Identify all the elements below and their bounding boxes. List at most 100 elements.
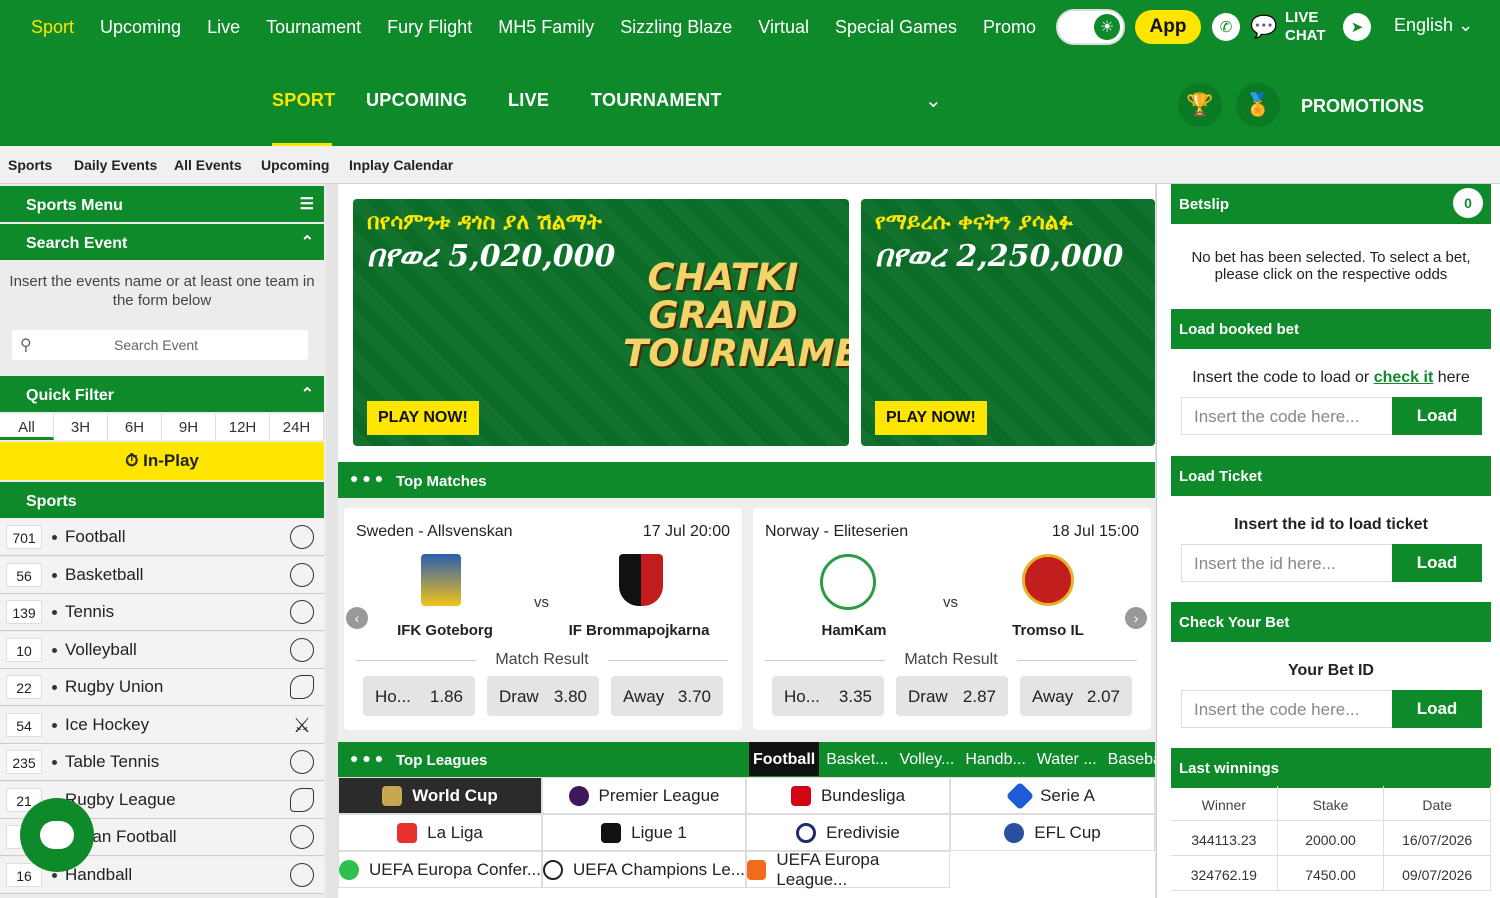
betslip-title: Betslip: [1179, 196, 1230, 213]
bullet: [52, 647, 57, 653]
league-uefa-europa-conference[interactable]: UEFA Europa Confer...: [338, 851, 542, 888]
ticket-id-input[interactable]: Insert the id here...: [1181, 544, 1393, 582]
check-it-link[interactable]: check it: [1374, 369, 1434, 386]
topnav-sport[interactable]: Sport: [31, 17, 74, 38]
carousel-prev-icon[interactable]: ‹: [346, 607, 368, 629]
tab-tournament[interactable]: TOURNAMENT: [591, 90, 722, 111]
chevron-down-icon[interactable]: ⌄: [925, 88, 942, 113]
tab-water-polo[interactable]: Water ...: [1033, 742, 1101, 776]
tromso-il-crest: [1022, 554, 1074, 606]
carousel-next-icon[interactable]: ›: [1125, 607, 1147, 629]
live-chat-link[interactable]: LIVE CHAT: [1285, 9, 1326, 45]
topnav-promo[interactable]: Promo: [983, 17, 1036, 38]
odd-button-home[interactable]: Ho... 3.35: [772, 676, 884, 716]
subnav-daily-events[interactable]: Daily Events: [74, 157, 157, 173]
tab-sport[interactable]: SPORT: [272, 90, 336, 111]
league-name: Bundesliga: [820, 785, 906, 805]
chat-icon: [40, 821, 74, 849]
sport-row-tennis[interactable]: 139 Tennis: [0, 594, 324, 631]
phone-icon[interactable]: ✆: [1212, 13, 1240, 41]
league-name: Serie A: [1040, 785, 1095, 805]
promo-banner-2[interactable]: የማይረሱ ቀናትን ያሳልፉ በየወረ 2,250,000 PLAY NOW!: [861, 199, 1155, 446]
league-serie-a[interactable]: Serie A: [950, 777, 1155, 814]
league-name: World Cup: [412, 785, 498, 805]
league-eredivisie[interactable]: Eredivisie: [746, 814, 950, 851]
search-event-header[interactable]: Search Event ⌃: [0, 224, 324, 260]
subnav-sports[interactable]: Sports: [8, 157, 52, 173]
league-uefa-champions-league[interactable]: UEFA Champions Le...: [542, 851, 746, 888]
topnav-virtual[interactable]: Virtual: [758, 17, 809, 38]
subnav-inplay-calendar[interactable]: Inplay Calendar: [349, 157, 453, 173]
odd-button-away[interactable]: Away 2.07: [1020, 676, 1132, 716]
play-now-button[interactable]: PLAY NOW!: [875, 401, 987, 435]
live-chat-line1: LIVE: [1285, 9, 1319, 26]
league-uefa-europa-league[interactable]: UEFA Europa League...: [746, 849, 950, 889]
topnav-fury-flight[interactable]: Fury Flight: [387, 17, 472, 38]
sport-row-ice-hockey[interactable]: 54 Ice Hockey ⚔: [0, 707, 324, 744]
load-ticket-header: Load Ticket: [1171, 456, 1491, 496]
league-world-cup[interactable]: World Cup: [338, 777, 542, 814]
sport-row-table-tennis[interactable]: 235 Table Tennis: [0, 744, 324, 781]
topnav-upcoming[interactable]: Upcoming: [100, 17, 181, 38]
promo-banner-tournament[interactable]: በየሳምንቱ ዳጎስ ያለ ሽልማት በየወረ 5,020,000 CHATKI…: [353, 199, 849, 446]
language-selector[interactable]: English ⌄: [1394, 15, 1473, 36]
chevron-up-icon[interactable]: ⌃: [301, 232, 314, 252]
league-efl-cup[interactable]: EFL Cup: [950, 814, 1155, 851]
topnav-tournament[interactable]: Tournament: [266, 17, 361, 38]
odd-button-draw[interactable]: Draw 3.80: [487, 676, 599, 716]
tab-upcoming[interactable]: UPCOMING: [366, 90, 467, 111]
chat-widget-button[interactable]: [20, 798, 94, 872]
topnav-mh5-family[interactable]: MH5 Family: [498, 17, 594, 38]
bet-id-input[interactable]: Insert the code here...: [1181, 690, 1393, 728]
booked-code-input[interactable]: Insert the code here...: [1181, 397, 1393, 435]
rugby-ball-icon: [290, 675, 314, 699]
chat-bubbles-icon[interactable]: 💬: [1250, 14, 1280, 39]
tab-volleyball[interactable]: Volley...: [895, 742, 958, 776]
tab-basketball[interactable]: Basket...: [822, 742, 892, 776]
subnav-all-events[interactable]: All Events: [174, 157, 242, 173]
filter-12h[interactable]: 12H: [216, 414, 270, 440]
sport-row-volleyball[interactable]: 10 Volleyball: [0, 632, 324, 669]
odd-button-draw[interactable]: Draw 2.87: [896, 676, 1008, 716]
odd-label: Draw: [908, 687, 948, 706]
tab-handball[interactable]: Handb...: [961, 742, 1029, 776]
tab-football[interactable]: Football: [749, 742, 820, 776]
sport-row-rugby-union[interactable]: 22 Rugby Union: [0, 669, 324, 706]
promotions-link[interactable]: PROMOTIONS: [1301, 96, 1424, 117]
filter-all[interactable]: All: [0, 414, 54, 440]
chevron-up-icon[interactable]: ⌃: [301, 384, 314, 404]
league-premier-league[interactable]: Premier League: [542, 777, 746, 814]
filter-3h[interactable]: 3H: [54, 414, 108, 440]
search-input[interactable]: ⚲ Search Event: [12, 330, 308, 360]
odd-button-away[interactable]: Away 3.70: [611, 676, 723, 716]
play-now-button[interactable]: PLAY NOW!: [367, 401, 479, 435]
topnav-sizzling-blaze[interactable]: Sizzling Blaze: [620, 17, 732, 38]
load-booked-button[interactable]: Load: [1392, 397, 1482, 435]
laurel-trophy-icon[interactable]: 🏅: [1236, 83, 1280, 127]
league-bundesliga[interactable]: Bundesliga: [746, 777, 950, 814]
sport-row-basketball[interactable]: 56 Basketball: [0, 557, 324, 594]
quick-filter-header[interactable]: Quick Filter ⌃: [0, 376, 324, 412]
subnav-upcoming[interactable]: Upcoming: [261, 157, 329, 173]
filter-6h[interactable]: 6H: [108, 414, 162, 440]
topnav-special-games[interactable]: Special Games: [835, 17, 957, 38]
menu-collapse-icon[interactable]: ☰: [300, 194, 314, 214]
filter-24h[interactable]: 24H: [270, 414, 324, 440]
load-ticket-button[interactable]: Load: [1392, 544, 1482, 582]
topnav-live[interactable]: Live: [207, 17, 240, 38]
tab-live[interactable]: LIVE: [508, 90, 549, 111]
odd-button-home[interactable]: Ho... 1.86: [363, 676, 475, 716]
league-ligue-1[interactable]: Ligue 1: [542, 814, 746, 851]
sport-row-football[interactable]: 701 Football: [0, 519, 324, 556]
sports-menu-header[interactable]: Sports Menu ☰: [0, 186, 324, 222]
filter-9h[interactable]: 9H: [162, 414, 216, 440]
app-button[interactable]: App: [1135, 10, 1201, 44]
world-cup-icon: [382, 785, 403, 806]
theme-toggle[interactable]: ☀: [1056, 9, 1125, 45]
league-name: UEFA Europa League...: [776, 849, 880, 889]
inplay-button[interactable]: ⏱ In-Play: [0, 442, 324, 480]
telegram-icon[interactable]: ➤: [1343, 13, 1371, 41]
league-la-liga[interactable]: La Liga: [338, 814, 542, 851]
trophy-icon[interactable]: 🏆: [1178, 83, 1222, 127]
check-bet-button[interactable]: Load: [1392, 690, 1482, 728]
